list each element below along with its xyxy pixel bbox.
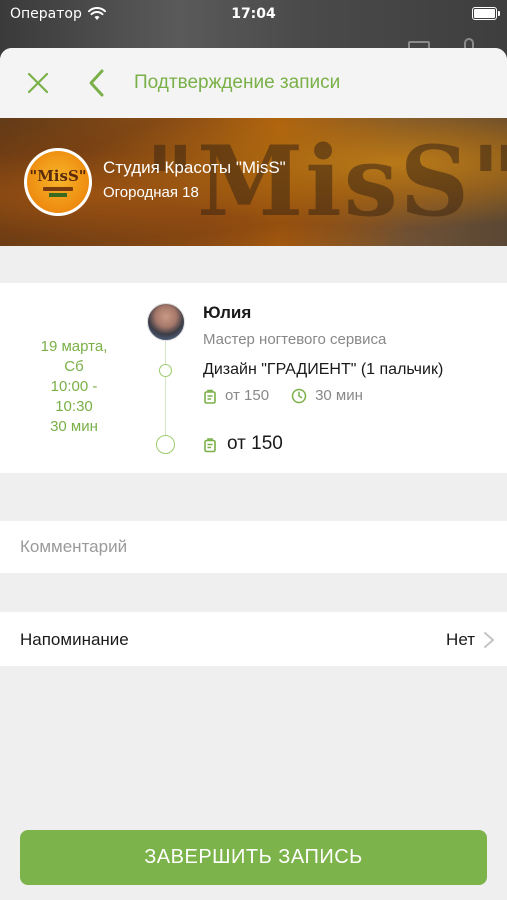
timeline-dot xyxy=(159,364,172,377)
weekday: Сб xyxy=(64,358,84,375)
date-line: 19 марта, xyxy=(40,338,108,355)
timeline-end-dot xyxy=(156,435,175,454)
back-chevron-icon[interactable] xyxy=(86,68,108,98)
service-meta: от 150 30 мин xyxy=(203,387,377,404)
salon-address: Огородная 18 xyxy=(103,184,199,201)
total-price-value: от 150 xyxy=(227,433,283,454)
salon-logo: "MisS" xyxy=(24,148,92,216)
booking-datetime: 19 марта, Сб 10:00 - 10:30 30 мин xyxy=(20,337,128,437)
reminder-label: Напоминание xyxy=(20,630,129,649)
reminder-row[interactable]: Напоминание Нет xyxy=(0,612,507,666)
master-avatar xyxy=(147,303,185,341)
service-price: от 150 xyxy=(225,387,270,404)
chevron-right-icon xyxy=(484,632,494,648)
booking-duration: 30 мин xyxy=(50,418,98,435)
service-duration: 30 мин xyxy=(315,387,363,404)
comment-input[interactable] xyxy=(20,521,490,573)
clock-icon xyxy=(291,388,307,403)
total-price: от 150 xyxy=(203,433,283,455)
master-role: Мастер ногтевого сервиса xyxy=(203,331,387,348)
page-title: Подтверждение записи xyxy=(134,72,341,93)
status-bar: Оператор 17:04 xyxy=(0,0,507,28)
complete-booking-button[interactable]: ЗАВЕРШИТЬ ЗАПИСЬ xyxy=(20,830,487,885)
service-name: Дизайн "ГРАДИЕНТ" (1 пальчик) xyxy=(203,361,444,378)
clock: 17:04 xyxy=(231,6,276,22)
battery-icon xyxy=(472,7,500,20)
time-end: 10:30 xyxy=(55,398,93,415)
master-name: Юлия xyxy=(203,303,252,322)
booking-sheet: Подтверждение записи "MisS" "MisS" Студи… xyxy=(0,48,507,900)
salon-banner: "MisS" "MisS" Студия Красоты "MisS" Огор… xyxy=(0,118,507,246)
logo-text: "MisS" xyxy=(29,166,87,185)
nav-bar: Подтверждение записи xyxy=(0,48,507,118)
price-tag-icon xyxy=(204,389,216,404)
salon-name: Студия Красоты "MisS" xyxy=(103,158,286,177)
time-start: 10:00 - xyxy=(50,378,98,395)
comment-row xyxy=(0,521,507,573)
close-icon[interactable] xyxy=(25,70,51,96)
reminder-value: Нет xyxy=(446,630,475,649)
booking-card: 19 марта, Сб 10:00 - 10:30 30 мин Юлия М… xyxy=(0,283,507,473)
price-tag-icon xyxy=(204,437,216,452)
